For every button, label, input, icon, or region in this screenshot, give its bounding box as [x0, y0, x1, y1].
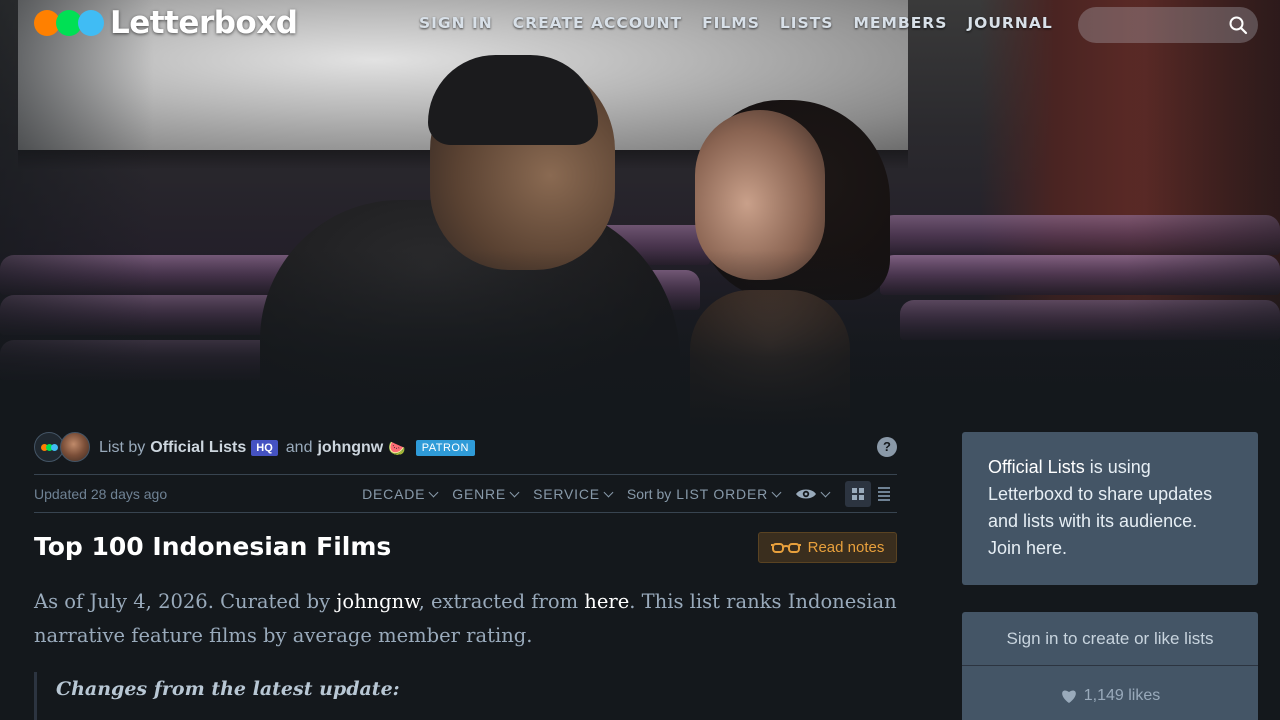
- grid-view-button[interactable]: [845, 481, 871, 507]
- source-link[interactable]: here: [584, 590, 629, 613]
- glasses-icon: [770, 542, 801, 553]
- promo-owner-link[interactable]: Official Lists: [988, 457, 1085, 477]
- list-owner-row: List by Official Lists HQ and johngnw 🍉 …: [34, 432, 897, 464]
- backdrop-image: [0, 0, 1280, 430]
- curator-avatar[interactable]: [60, 432, 90, 462]
- list-description: As of July 4, 2026. Curated by johngnw, …: [34, 590, 897, 647]
- list-icon: [878, 487, 890, 501]
- filter-controls: DECADE GENRE SERVICE Sort by LIST ORDER: [362, 475, 897, 513]
- sort-dropdown[interactable]: Sort by LIST ORDER: [627, 486, 782, 502]
- page-title: Top 100 Indonesian Films: [34, 532, 392, 561]
- list-owner-text: List by Official Lists HQ and johngnw 🍉 …: [99, 439, 475, 457]
- search-input[interactable]: [1078, 7, 1218, 43]
- filter-decade[interactable]: DECADE: [362, 486, 439, 502]
- filter-bar: Updated 28 days ago DECADE GENRE SERVICE…: [34, 474, 897, 513]
- join-link[interactable]: Join here.: [988, 538, 1067, 558]
- nav-lists[interactable]: LISTS: [780, 14, 834, 32]
- sign-in-to-like-button[interactable]: Sign in to create or like lists: [962, 612, 1258, 666]
- nav-create-account[interactable]: CREATE ACCOUNT: [513, 14, 682, 32]
- hq-badge: HQ: [251, 440, 278, 456]
- logo-dots-icon: [34, 10, 104, 36]
- nav-films[interactable]: FILMS: [702, 14, 760, 32]
- filter-genre[interactable]: GENRE: [452, 486, 520, 502]
- nav-members[interactable]: MEMBERS: [853, 14, 947, 32]
- eye-icon: [796, 489, 816, 499]
- list-actions-panel: Sign in to create or like lists 1,149 li…: [962, 612, 1258, 720]
- list-view-button[interactable]: [871, 481, 897, 507]
- owner-name-link[interactable]: Official Lists: [150, 439, 246, 457]
- visibility-filter[interactable]: [795, 487, 831, 501]
- nav-journal[interactable]: JOURNAL: [967, 14, 1052, 32]
- search-icon[interactable]: [1228, 15, 1248, 35]
- filter-service[interactable]: SERVICE: [533, 486, 614, 502]
- read-notes-label: Read notes: [807, 539, 885, 556]
- chevron-down-icon: [603, 487, 614, 497]
- notes-heading: Changes from the latest update:: [56, 678, 400, 700]
- watermelon-icon: 🍉: [388, 439, 406, 456]
- curator-link[interactable]: johngnw: [336, 590, 418, 613]
- help-icon[interactable]: ?: [877, 437, 897, 457]
- search-box: [1078, 7, 1258, 43]
- likes-count[interactable]: 1,149 likes: [962, 666, 1258, 720]
- heart-icon: [1061, 690, 1076, 703]
- site-logo[interactable]: Letterboxd: [34, 5, 298, 41]
- updated-timestamp: Updated 28 days ago: [34, 485, 168, 502]
- owner-avatars: [34, 432, 94, 464]
- site-header: Letterboxd SIGN IN CREATE ACCOUNT FILMS …: [0, 0, 1280, 48]
- logo-wordmark: Letterboxd: [110, 5, 298, 41]
- read-notes-button[interactable]: Read notes: [758, 532, 897, 563]
- curator-name-link[interactable]: johngnw: [317, 439, 383, 457]
- nav-sign-in[interactable]: SIGN IN: [419, 14, 493, 32]
- owner-connector: and: [285, 439, 313, 456]
- patron-badge: PATRON: [415, 440, 475, 456]
- chevron-down-icon: [509, 487, 520, 497]
- promo-panel: Official Lists is using Letterboxd to sh…: [962, 432, 1258, 585]
- main-nav: SIGN IN CREATE ACCOUNT FILMS LISTS MEMBE…: [419, 14, 1073, 32]
- owner-prefix: List by: [99, 439, 146, 456]
- chevron-down-icon: [428, 487, 439, 497]
- grid-icon: [852, 488, 864, 500]
- notes-blockquote: Changes from the latest update:: [34, 672, 897, 720]
- chevron-down-icon: [771, 487, 782, 497]
- logo-dot-blue: [78, 10, 104, 36]
- chevron-down-icon: [820, 487, 831, 497]
